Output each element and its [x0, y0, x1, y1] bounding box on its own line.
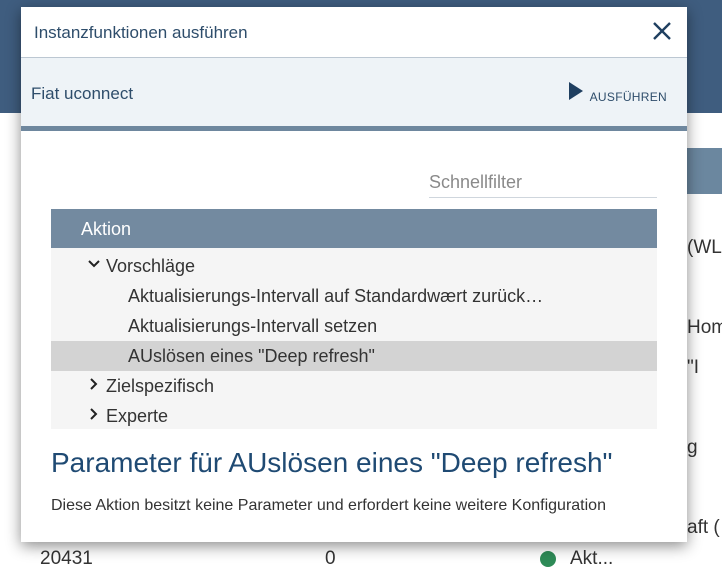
tree-group-expert[interactable]: Experte [51, 401, 657, 431]
gear-icon [540, 551, 556, 567]
parameter-description: Diese Aktion besitzt keine Parameter und… [51, 497, 606, 514]
background-row-value: 0 [325, 548, 336, 569]
close-icon[interactable] [651, 20, 673, 42]
chevron-down-icon [87, 257, 101, 276]
parameter-title: Parameter für AUslösen eines "Deep refre… [51, 447, 613, 478]
instance-subheader: Fiat uconnect AUSFÜHREN [21, 58, 687, 131]
tree-group-label: Zielspezifisch [106, 376, 215, 396]
dialog-title-bar: Instanzfunktionen ausführen [21, 7, 687, 58]
background-table-header [687, 148, 722, 194]
tree-item-deep-refresh[interactable]: AUslösen eines "Deep refresh" [51, 341, 657, 371]
tree-group-label: Vorschläge [106, 256, 196, 276]
background-cell: g [687, 437, 698, 458]
quick-filter-input[interactable] [429, 167, 657, 198]
tree-item-label: Aktualisierungs-Intervall auf Standardwæ… [128, 286, 544, 306]
background-row-id: 20431 [40, 548, 93, 569]
instance-functions-dialog: Instanzfunktionen ausführen Fiat uconnec… [21, 7, 687, 542]
background-cell: Hom [687, 317, 722, 338]
tree-header: Aktion [51, 209, 657, 248]
chevron-right-icon [87, 377, 101, 396]
tree-item-set-interval[interactable]: Aktualisierungs-Intervall setzen [51, 311, 657, 341]
tree-header-label: Aktion [81, 219, 132, 239]
background-cell: aft ( [687, 517, 720, 538]
instance-name: Fiat uconnect [31, 84, 134, 103]
chevron-right-icon [87, 407, 101, 426]
run-button-label: AUSFÜHREN [589, 90, 667, 104]
tree-item-label: AUslösen eines "Deep refresh" [128, 346, 375, 366]
background-cell: (WL [687, 237, 722, 258]
background-cell: "I [687, 357, 700, 378]
tree-group-suggestions[interactable]: Vorschläge [51, 251, 657, 281]
tree-item-reset-interval[interactable]: Aktualisierungs-Intervall auf Standardwæ… [51, 281, 657, 311]
play-icon [568, 82, 583, 100]
tree-group-label: Experte [106, 406, 169, 426]
action-tree: Aktion Vorschläge Aktualisierungs-Interv… [51, 209, 657, 429]
dialog-title: Instanzfunktionen ausführen [34, 23, 248, 42]
background-row-label: Akt... [570, 548, 614, 569]
run-button[interactable]: AUSFÜHREN [568, 82, 667, 106]
background-table-row: 20431 0 Akt... [40, 548, 613, 570]
tree-item-label: Aktualisierungs-Intervall setzen [128, 316, 378, 336]
tree-group-target-specific[interactable]: Zielspezifisch [51, 371, 657, 401]
